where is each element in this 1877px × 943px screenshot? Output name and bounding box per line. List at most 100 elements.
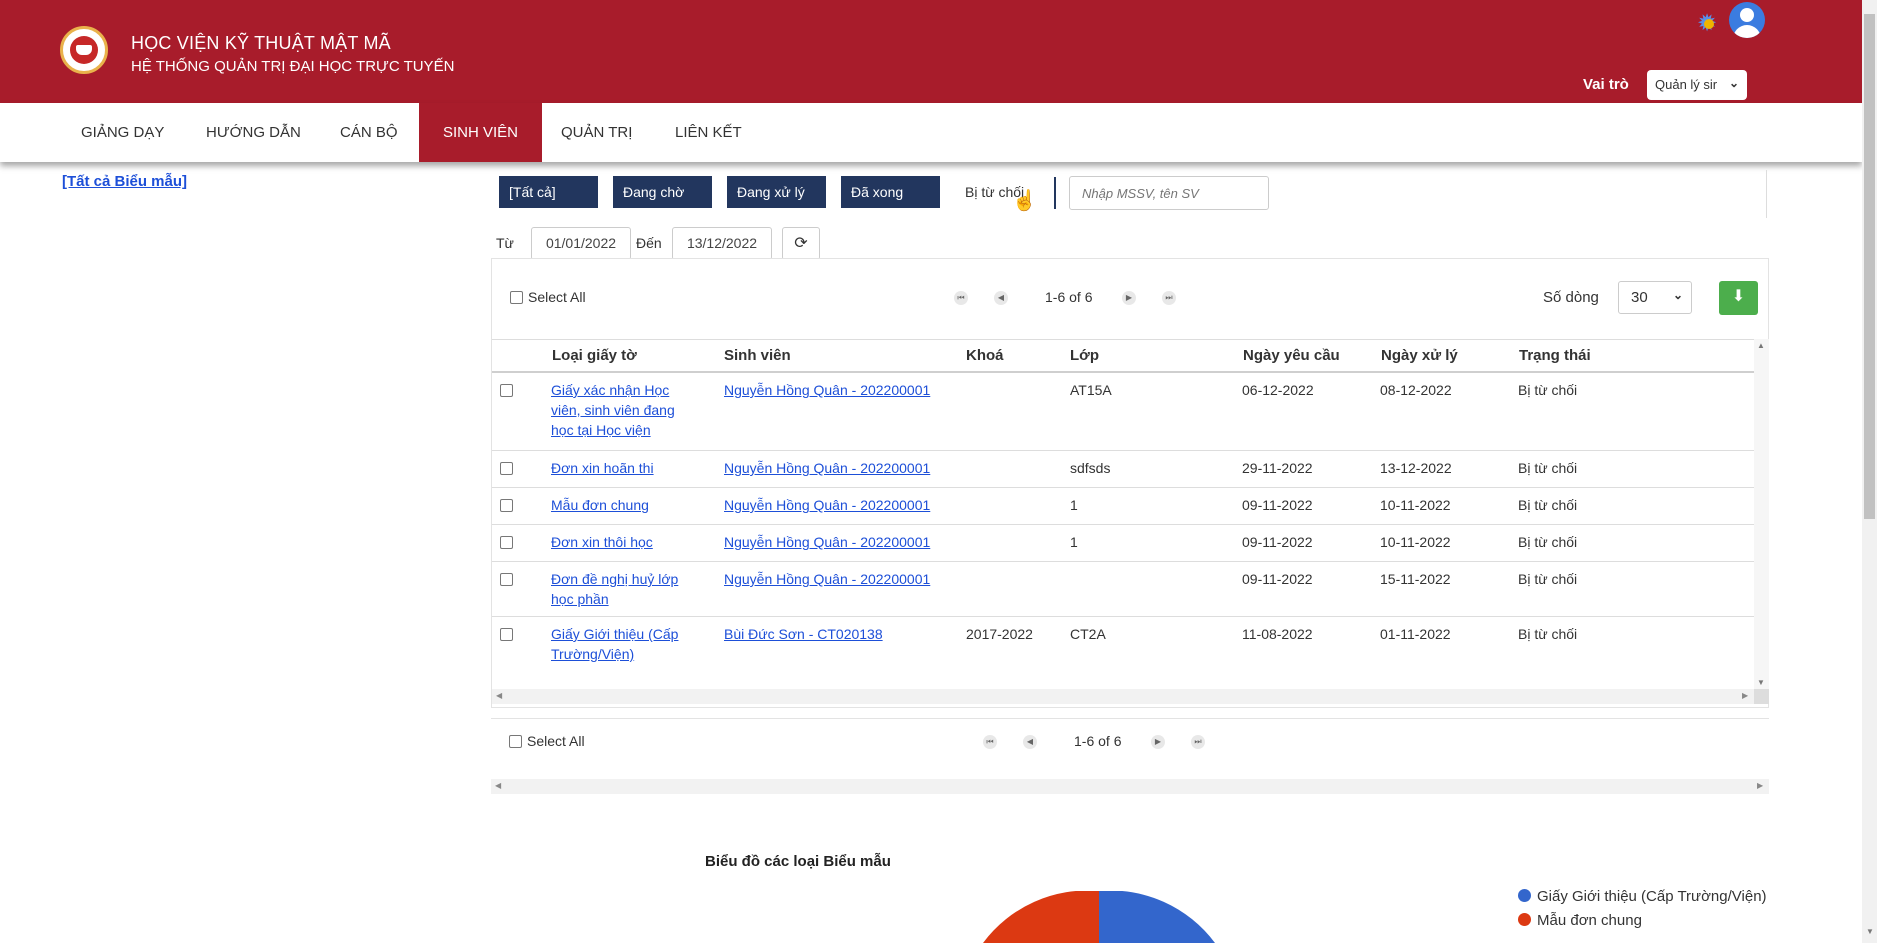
row-processed-date: 15-11-2022 — [1380, 571, 1451, 587]
row-checkbox[interactable] — [500, 462, 513, 475]
nav-item-huong-dan[interactable]: HƯỚNG DẪN — [206, 103, 301, 162]
search-input[interactable] — [1069, 176, 1269, 210]
row-student-link[interactable]: Nguyễn Hồng Quân - 202200001 — [724, 458, 930, 478]
col-header-request-date[interactable]: Ngày yêu cầu — [1243, 347, 1340, 364]
role-select[interactable]: Quản lý sir ⌄ — [1647, 70, 1747, 100]
scroll-up-icon[interactable]: ▲ — [1757, 341, 1765, 350]
row-student-link[interactable]: Nguyễn Hồng Quân - 202200001 — [724, 495, 930, 515]
col-header-khoa[interactable]: Khoá — [966, 347, 1004, 364]
student-link[interactable]: Bùi Đức Sơn - CT020138 — [724, 626, 883, 642]
row-status: Bị từ chối — [1518, 460, 1578, 476]
scroll-right-icon[interactable]: ▶ — [1757, 781, 1763, 790]
row-type-link[interactable]: Đơn đề nghị huỷ lớp học phần — [551, 569, 711, 609]
tab-pending[interactable]: Đang chờ — [613, 176, 712, 208]
from-date-input[interactable]: 01/01/2022 — [531, 227, 631, 260]
type-link-line[interactable]: học phần — [551, 591, 609, 607]
legend-item[interactable]: Mẫu đơn chung — [1518, 912, 1642, 929]
tab-processing[interactable]: Đang xử lý — [727, 176, 826, 208]
type-link-line[interactable]: Giấy Giới thiệu (Cấp — [551, 626, 678, 642]
academy-logo[interactable] — [60, 26, 108, 74]
col-header-type[interactable]: Loại giấy tờ — [552, 347, 637, 364]
to-date-input[interactable]: 13/12/2022 — [672, 227, 772, 260]
row-checkbox[interactable] — [500, 628, 513, 641]
nav-item-giang-day[interactable]: GIẢNG DẠY — [81, 103, 164, 162]
scroll-left-icon[interactable]: ◀ — [496, 691, 502, 700]
type-link-line[interactable]: học tại Học viện — [551, 422, 651, 438]
prev-page-icon[interactable]: ◀ — [994, 291, 1008, 305]
row-checkbox[interactable] — [500, 536, 513, 549]
type-link-line[interactable]: Trường/Viện) — [551, 646, 634, 662]
page-scroll-thumb[interactable] — [1864, 14, 1875, 519]
row-processed-date: 10-11-2022 — [1380, 534, 1451, 550]
row-student-link[interactable]: Nguyễn Hồng Quân - 202200001 — [724, 569, 930, 589]
next-page-icon[interactable]: ▶ — [1151, 735, 1165, 749]
tab-all[interactable]: [Tất cả] — [499, 176, 598, 208]
table-vertical-scrollbar[interactable]: ▲ ▼ — [1754, 339, 1769, 694]
row-student-link[interactable]: Nguyễn Hồng Quân - 202200001 — [724, 380, 930, 400]
row-student-link[interactable]: Bùi Đức Sơn - CT020138 — [724, 624, 883, 644]
row-type-link[interactable]: Giấy Giới thiệu (Cấp Trường/Viện) — [551, 624, 711, 664]
last-page-icon[interactable]: ⏭ — [1191, 735, 1205, 749]
student-link[interactable]: Nguyễn Hồng Quân - 202200001 — [724, 534, 930, 550]
all-forms-link[interactable]: [Tất cả Biểu mẫu] — [62, 173, 187, 190]
row-type-link[interactable]: Đơn xin hoãn thi — [551, 458, 654, 478]
row-request-date: 11-08-2022 — [1242, 626, 1313, 642]
prev-page-icon[interactable]: ◀ — [1023, 735, 1037, 749]
user-avatar-icon[interactable] — [1729, 2, 1765, 38]
row-status: Bị từ chối — [1518, 534, 1578, 550]
row-divider — [492, 450, 1754, 451]
scroll-left-icon[interactable]: ◀ — [495, 781, 501, 790]
page-vertical-scrollbar[interactable]: ▼ — [1862, 0, 1877, 943]
nav-item-lien-ket[interactable]: LIÊN KẾT — [675, 103, 742, 162]
scroll-down-icon[interactable]: ▼ — [1757, 678, 1765, 687]
type-link-line[interactable]: Giấy xác nhận Học — [551, 382, 669, 398]
type-link-line[interactable]: Mẫu đơn chung — [551, 497, 649, 513]
student-link[interactable]: Nguyễn Hồng Quân - 202200001 — [724, 497, 930, 513]
row-lop: CT2A — [1070, 626, 1106, 642]
rows-per-page-select[interactable]: 30 ⌄ — [1618, 281, 1692, 314]
first-page-icon[interactable]: ⏮ — [954, 291, 968, 305]
col-header-status[interactable]: Trạng thái — [1519, 347, 1591, 364]
scroll-right-icon[interactable]: ▶ — [1742, 691, 1748, 700]
row-type-link[interactable]: Giấy xác nhận Học viên, sinh viên đang h… — [551, 380, 711, 440]
legend-swatch — [1518, 889, 1531, 902]
settings-gear-center — [1704, 19, 1714, 29]
row-checkbox[interactable] — [500, 573, 513, 586]
last-page-icon[interactable]: ⏭ — [1162, 291, 1176, 305]
type-link-line[interactable]: Đơn xin hoãn thi — [551, 460, 654, 476]
select-all-bottom[interactable]: Select All — [509, 733, 585, 749]
student-link[interactable]: Nguyễn Hồng Quân - 202200001 — [724, 460, 930, 476]
table-horizontal-scrollbar[interactable]: ◀ ▶ — [492, 689, 1754, 704]
col-header-lop[interactable]: Lớp — [1070, 347, 1099, 364]
type-link-line[interactable]: viên, sinh viên đang — [551, 402, 675, 418]
row-type-link[interactable]: Mẫu đơn chung — [551, 495, 649, 515]
download-button[interactable]: ⬇ — [1719, 281, 1758, 315]
legend-item[interactable]: Giấy Giới thiệu (Cấp Trường/Viện) — [1518, 888, 1767, 905]
nav-item-sinh-vien[interactable]: SINH VIÊN — [419, 103, 543, 162]
select-all-checkbox[interactable] — [510, 290, 523, 304]
row-student-link[interactable]: Nguyễn Hồng Quân - 202200001 — [724, 532, 930, 552]
first-page-icon[interactable]: ⏮ — [983, 735, 997, 749]
col-header-processed-date[interactable]: Ngày xử lý — [1381, 347, 1458, 364]
pie-slice-gioi-thieu — [1099, 891, 1215, 943]
row-checkbox[interactable] — [500, 499, 513, 512]
select-all-top[interactable]: Select All — [510, 289, 586, 305]
row-divider — [492, 561, 1754, 562]
next-page-icon[interactable]: ▶ — [1122, 291, 1136, 305]
tab-done[interactable]: Đã xong — [841, 176, 940, 208]
student-link[interactable]: Nguyễn Hồng Quân - 202200001 — [724, 571, 930, 587]
refresh-icon[interactable]: ⟳ — [782, 227, 820, 260]
scroll-down-icon[interactable]: ▼ — [1866, 927, 1874, 936]
type-link-line[interactable]: Đơn đề nghị huỷ lớp — [551, 571, 678, 587]
bottom-horizontal-scrollbar[interactable]: ◀ ▶ — [491, 779, 1769, 794]
rows-label: Số dòng — [1543, 289, 1599, 306]
nav-item-quan-tri[interactable]: QUẢN TRỊ — [561, 103, 632, 162]
type-link-line[interactable]: Đơn xin thôi học — [551, 534, 653, 550]
nav-item-can-bo[interactable]: CÁN BỘ — [340, 103, 398, 162]
row-checkbox[interactable] — [500, 384, 513, 397]
row-type-link[interactable]: Đơn xin thôi học — [551, 532, 653, 552]
student-link[interactable]: Nguyễn Hồng Quân - 202200001 — [724, 382, 930, 398]
row-lop: AT15A — [1070, 382, 1112, 398]
col-header-student[interactable]: Sinh viên — [724, 347, 791, 364]
select-all-checkbox[interactable] — [509, 734, 522, 748]
